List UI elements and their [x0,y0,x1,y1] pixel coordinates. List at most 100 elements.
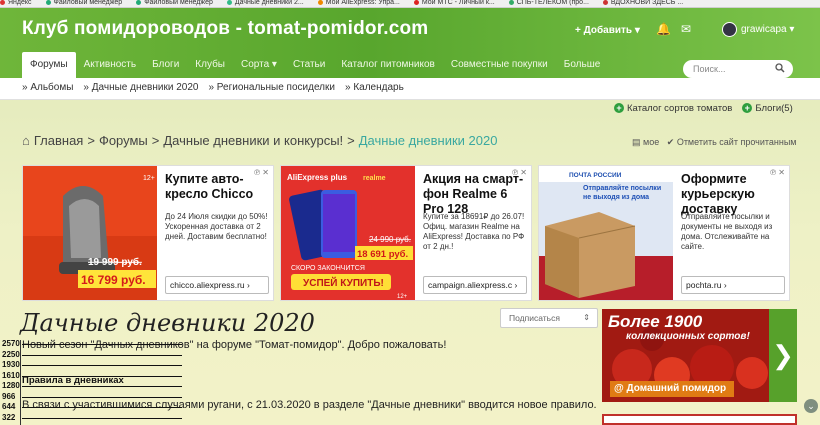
main-nav: Форумы Активность Блоги Клубы Сорта ▾ Ст… [22,52,608,78]
overlay-line [22,386,182,387]
scroll-down-icon[interactable]: ⌄ [804,399,818,413]
add-button[interactable]: + Добавить ▾ [575,25,640,36]
ad-text: Отправляйте посылки и документы не выход… [681,212,773,251]
nav-blogs[interactable]: Блоги [144,52,187,78]
bookmark-item[interactable]: Яндекс [0,0,32,6]
bell-icon[interactable]: 🔔 [656,22,671,36]
new-price: 16 799 руб. [81,273,146,287]
ad-title[interactable]: Купите авто-кресло Chicco [165,172,267,202]
bookmark-item[interactable]: ВДОХНОВИ ЗДЕСЬ ... [602,0,683,6]
bookmark-item[interactable]: Файловый менеджер [136,0,213,6]
ad-url-button[interactable]: chicco.aliexpress.ru › [165,276,269,294]
tomato-banner[interactable]: Более 1900 коллекционных сортов! @ Домаш… [602,309,797,402]
search-placeholder: Поиск... [693,64,726,74]
bookmark-icon [0,0,5,5]
check-icon: ✔ [666,137,675,147]
banner-title: Более 1900 [608,312,703,331]
nav-nurseries[interactable]: Каталог питомников [333,52,443,78]
promo-text: СКОРО ЗАКОНЧИТСЯ [291,265,365,272]
crumb-forums[interactable]: Форумы [99,133,148,148]
crumb-sep: > [151,133,160,148]
subnav-diaries[interactable]: » Дачные дневники 2020 [83,78,198,99]
breadcrumb: ⌂ Главная > Форумы > Дачные дневники и к… [22,133,497,148]
overlay-number: 966 [2,391,16,401]
bookmark-icon [602,0,608,5]
ad-row: 12+ 19 999 руб. 16 799 руб. ℗ ✕ Купите а… [22,165,790,301]
user-menu[interactable]: grawicapa ▾ [722,22,794,37]
subnav-regional[interactable]: » Региональные посиделки [208,78,335,99]
avatar [722,22,737,37]
nav-more[interactable]: Больше [556,52,609,78]
old-price: 19 999 руб. [88,256,142,268]
overlay-line [22,407,182,408]
page-actions: ▤ мое ✔ Отметить сайт прочитанным [632,137,796,148]
banner-subtitle: коллекционных сортов! [626,331,750,342]
chevron-right-icon[interactable]: ❯ [769,309,797,402]
bookmark-item[interactable]: Мой AliExpress: Упра... [317,0,400,6]
bookmark-item[interactable]: СПБ-ТЕЛЕКОМ (про... [508,0,589,6]
bookmark-item[interactable]: Дачные дневники 2... [226,0,304,6]
smartphone-image: AliExpress plus realme 24 990 руб. 18 69… [281,166,415,300]
bookmark-item[interactable]: Мой МТС - Личный к... [413,0,495,6]
mine-link[interactable]: мое [643,137,659,147]
mark-read-link[interactable]: Отметить сайт прочитанным [677,137,797,147]
ad-text: Купите за 18691₽ до 26.07! Офиц. магазин… [423,212,525,251]
ad-url-button[interactable]: campaign.aliexpress.c › [423,276,527,294]
nav-forums[interactable]: Форумы [22,52,76,78]
overlay-number: 1930 [2,360,20,369]
ad-url-button[interactable]: pochta.ru › [681,276,785,294]
crumb-contests[interactable]: Дачные дневники и конкурсы! [163,133,343,148]
bookmark-item[interactable]: Файловый менеджер [45,0,122,6]
nav-activity[interactable]: Активность [76,52,145,78]
subnav-albums[interactable]: » Альбомы [22,78,73,99]
home-icon: ⌂ [22,133,30,148]
overlay-number: 1610 [2,370,20,380]
plus-icon: + [614,103,624,113]
ad-chicco[interactable]: 12+ 19 999 руб. 16 799 руб. ℗ ✕ Купите а… [22,165,274,301]
plus-icon: + [742,103,753,113]
age-badge: 12+ [143,175,155,182]
nav-clubs[interactable]: Клубы [187,52,233,78]
catalog-link[interactable]: + Каталог сортов томатов [614,103,732,114]
age-badge: 12+ [397,294,408,300]
brand2-label: realme [363,175,386,182]
chevron-right-icon: › [247,280,250,290]
ad-title[interactable]: Оформите курьерскую доставку [681,172,783,217]
ad-text: До 24 Июля скидки до 50%! Ускоренная дос… [165,212,268,241]
stepper-icon: ⇕ [583,313,590,322]
second-banner[interactable] [602,414,797,425]
overlay-number: 644 [2,402,16,411]
blogs-link[interactable]: + Блоги(5) [742,103,793,114]
site-title[interactable]: Клуб помидороводов - tomat-pomidor.com [22,18,428,40]
mail-icon[interactable]: ✉ [681,22,691,36]
nav-group-buys[interactable]: Совместные покупки [443,52,556,78]
rss-icon[interactable]: ▤ [632,137,641,147]
crumb-home[interactable]: Главная [34,133,83,148]
ad-realme[interactable]: AliExpress plus realme 24 990 руб. 18 69… [280,165,532,301]
overlay-number: 322 [2,412,16,422]
nav-articles[interactable]: Статьи [285,52,333,78]
bookmark-icon [508,0,514,5]
ad-title[interactable]: Акция на смарт-фон Realme 6 Pro 128 [423,172,525,217]
banner-button[interactable]: @ Домашний помидор [610,381,734,397]
nav-varieties[interactable]: Сорта ▾ [233,52,285,78]
overlay-number: 1280 [2,381,20,390]
crumb-sep: > [347,133,355,148]
subnav-calendar[interactable]: » Календарь [345,78,404,99]
new-price: 18 691 руб. [357,249,408,260]
overlay-line [22,417,182,419]
parcel-image: ПОЧТА РОССИИ Отправляйте посылки не выхо… [539,166,673,300]
car-seat-image: 12+ 19 999 руб. 16 799 руб. [23,166,157,300]
bookmark-icon [226,0,232,5]
overlay-number: 2570 [2,339,20,348]
catalog-links: + Каталог сортов томатов + Блоги(5) [614,103,793,114]
chevron-right-icon: › [723,280,727,290]
search-icon[interactable] [775,63,785,73]
ad-pochta[interactable]: ПОЧТА РОССИИ Отправляйте посылки не выхо… [538,165,790,301]
overlay-number: 2250 [2,349,20,359]
slogan-text: Отправляйте посылки не выходя из дома [583,185,662,201]
follow-button[interactable]: Подписаться ⇕ [500,308,598,328]
overlay-line [22,365,182,366]
search-input[interactable]: Поиск... [683,60,793,78]
site-header: Клуб помидороводов - tomat-pomidor.com +… [0,8,820,78]
